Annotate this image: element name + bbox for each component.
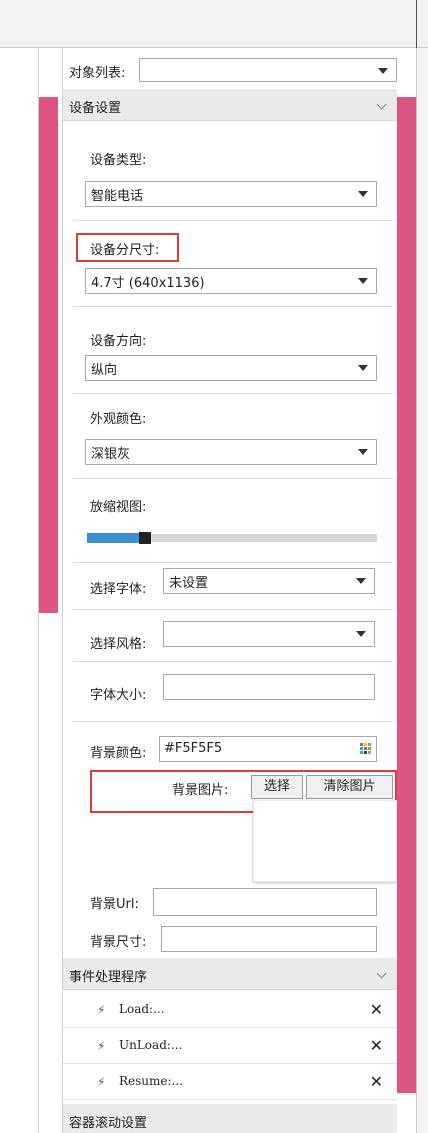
divider bbox=[73, 609, 393, 610]
orientation-value: 纵向 bbox=[91, 363, 118, 378]
bg-url-label: 背景Url: bbox=[90, 897, 139, 912]
chevron-down-icon bbox=[356, 578, 366, 584]
section-events[interactable]: 事件处理程序 bbox=[63, 958, 397, 990]
canvas-device-frame-left bbox=[39, 97, 58, 613]
style-select[interactable] bbox=[163, 621, 375, 647]
style-label: 选择风格: bbox=[90, 637, 147, 652]
orientation-select[interactable]: 纵向 bbox=[85, 355, 377, 381]
divider bbox=[63, 1099, 397, 1100]
divider bbox=[73, 562, 393, 563]
chevron-down-icon bbox=[358, 278, 368, 284]
properties-panel: 对象列表: 设备设置 设备类型: 智能电话 设备分尺寸: 4.7寸 (640x1… bbox=[63, 48, 397, 1133]
chevron-down-icon bbox=[358, 449, 368, 455]
lightning-icon: ⚡ bbox=[97, 1039, 106, 1053]
canvas-device-frame-right bbox=[397, 97, 416, 1093]
chevron-down-icon[interactable] bbox=[376, 968, 387, 979]
device-type-label: 设备类型: bbox=[90, 153, 147, 168]
device-size-value: 4.7寸 (640x1136) bbox=[91, 276, 205, 291]
object-list-row: 对象列表: bbox=[67, 58, 397, 82]
event-row[interactable]: ⚡ Load:... ✕ bbox=[63, 992, 397, 1028]
close-icon[interactable]: ✕ bbox=[370, 1072, 383, 1091]
section-container-scroll[interactable]: 容器滚动设置 bbox=[63, 1104, 397, 1133]
section-title: 事件处理程序 bbox=[69, 970, 148, 985]
event-name: Resume:... bbox=[119, 1074, 183, 1088]
lightning-icon: ⚡ bbox=[97, 1075, 106, 1089]
chevron-down-icon bbox=[378, 68, 388, 74]
divider bbox=[73, 721, 393, 722]
close-icon[interactable]: ✕ bbox=[370, 1000, 383, 1019]
top-toolbar bbox=[0, 0, 428, 48]
device-size-label: 设备分尺寸: bbox=[90, 243, 160, 258]
section-device-settings[interactable]: 设备设置 bbox=[63, 89, 397, 121]
bg-color-value: #F5F5F5 bbox=[164, 741, 223, 756]
divider bbox=[73, 478, 393, 479]
device-size-select[interactable]: 4.7寸 (640x1136) bbox=[85, 268, 377, 294]
chevron-down-icon bbox=[356, 631, 366, 637]
image-preview bbox=[253, 800, 397, 882]
font-size-input[interactable] bbox=[163, 674, 375, 700]
chevron-down-icon[interactable] bbox=[376, 99, 387, 110]
appearance-color-select[interactable]: 深银灰 bbox=[85, 439, 377, 465]
chevron-down-icon bbox=[358, 191, 368, 197]
event-name: UnLoad:... bbox=[119, 1038, 183, 1052]
appearance-color-label: 外观颜色: bbox=[90, 412, 147, 427]
lightning-icon: ⚡ bbox=[97, 1003, 106, 1017]
zoom-fill bbox=[87, 533, 139, 543]
device-type-value: 智能电话 bbox=[91, 189, 144, 204]
bg-color-input[interactable]: #F5F5F5 bbox=[159, 736, 377, 762]
event-row[interactable]: ⚡ UnLoad:... ✕ bbox=[63, 1028, 397, 1064]
bg-image-label: 背景图片: bbox=[172, 783, 229, 798]
zoom-view-label: 放缩视图: bbox=[90, 500, 147, 515]
section-title: 容器滚动设置 bbox=[69, 1116, 148, 1131]
font-label: 选择字体: bbox=[90, 582, 147, 597]
right-scrollbar[interactable] bbox=[416, 48, 428, 1133]
font-select[interactable]: 未设置 bbox=[163, 568, 375, 594]
chevron-down-icon bbox=[358, 365, 368, 371]
font-size-label: 字体大小: bbox=[90, 688, 147, 703]
divider bbox=[73, 393, 393, 394]
close-icon[interactable]: ✕ bbox=[370, 1036, 383, 1055]
orientation-label: 设备方向: bbox=[90, 334, 147, 349]
bg-color-label: 背景颜色: bbox=[90, 746, 147, 761]
zoom-slider[interactable] bbox=[87, 531, 377, 545]
object-list-label: 对象列表: bbox=[69, 66, 126, 81]
bg-size-input[interactable] bbox=[161, 926, 377, 952]
bg-size-label: 背景尺寸: bbox=[90, 935, 147, 950]
object-list-select[interactable] bbox=[139, 58, 397, 82]
choose-image-button[interactable]: 选择 bbox=[251, 775, 303, 799]
bg-url-input[interactable] bbox=[153, 888, 377, 916]
clear-image-button[interactable]: 清除图片 bbox=[306, 775, 393, 799]
event-name: Load:... bbox=[119, 1002, 165, 1016]
device-type-select[interactable]: 智能电话 bbox=[85, 181, 377, 207]
color-picker-icon[interactable] bbox=[360, 743, 372, 755]
section-title: 设备设置 bbox=[69, 101, 122, 116]
zoom-thumb[interactable] bbox=[139, 532, 151, 544]
divider bbox=[73, 661, 393, 662]
appearance-color-value: 深银灰 bbox=[91, 447, 131, 462]
font-value: 未设置 bbox=[169, 576, 209, 591]
divider bbox=[73, 220, 393, 221]
toolbar-divider bbox=[416, 0, 417, 48]
divider bbox=[73, 306, 393, 307]
event-row[interactable]: ⚡ Resume:... ✕ bbox=[63, 1064, 397, 1100]
